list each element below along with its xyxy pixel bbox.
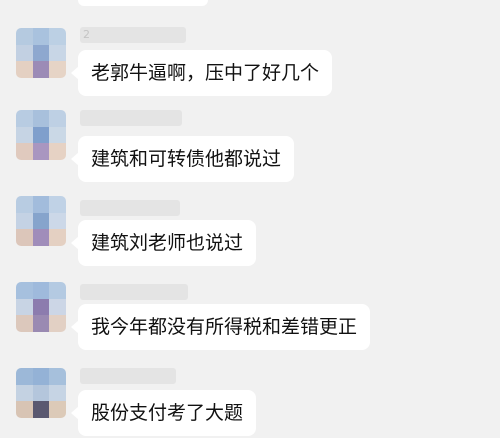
sender-avatar[interactable]: [16, 368, 66, 418]
sender-name: [80, 368, 176, 384]
message-bubble[interactable]: 老郭牛逼啊，压中了好几个: [70, 50, 333, 96]
message-bubble[interactable]: 我今年都没有所得税和差错更正: [70, 304, 371, 350]
sender-name: 2: [80, 27, 186, 43]
message-bubble[interactable]: 建筑刘老师也说过: [70, 220, 257, 266]
sender-name: [80, 284, 188, 300]
sender-avatar[interactable]: [16, 282, 66, 332]
message-bubble[interactable]: 股份支付考了大题: [70, 390, 257, 436]
message-bubble[interactable]: 建筑和可转债他都说过: [70, 136, 295, 182]
sender-name: [80, 110, 182, 126]
sender-avatar[interactable]: [16, 110, 66, 160]
sender-avatar[interactable]: [16, 196, 66, 246]
sender-avatar[interactable]: [16, 28, 66, 78]
previous-message-bubble: [78, 0, 208, 6]
sender-name: [80, 200, 180, 216]
